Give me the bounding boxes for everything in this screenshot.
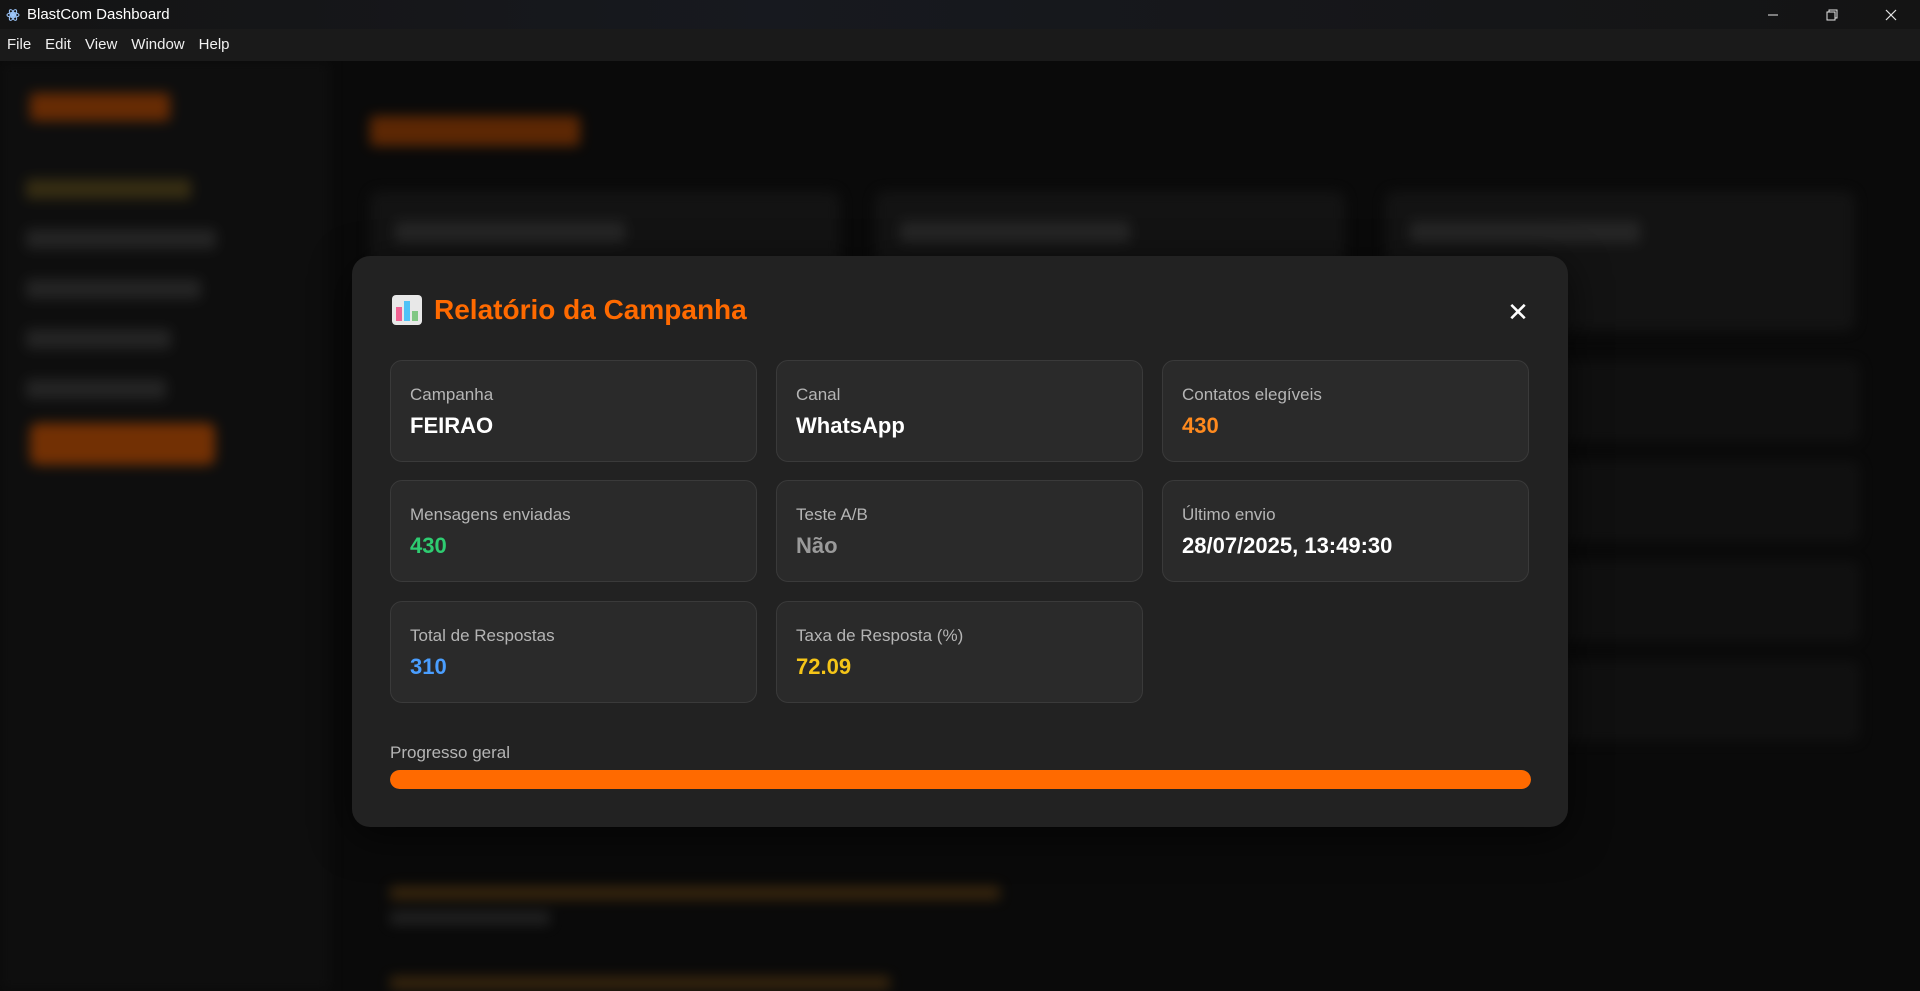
sidebar-button [30, 423, 215, 465]
card-mensagens-enviadas: Mensagens enviadas 430 [390, 480, 757, 582]
dashboard-background: Relatório da Campanha ✕ Campanha FEIRAO … [0, 61, 1920, 991]
card-label: Último envio [1182, 505, 1276, 524]
title-bar: BlastCom Dashboard [0, 0, 1920, 29]
modal-header: Relatório da Campanha [392, 294, 747, 326]
menu-window[interactable]: Window [124, 29, 191, 61]
card-contatos-elegiveis: Contatos elegíveis 430 [1162, 360, 1529, 462]
bar-chart-icon [392, 295, 422, 325]
window-controls [1743, 0, 1920, 29]
card-value: WhatsApp [796, 413, 905, 438]
modal-title: Relatório da Campanha [434, 294, 747, 325]
card-taxa-resposta: Taxa de Resposta (%) 72.09 [776, 601, 1143, 703]
card-label: Canal [796, 385, 841, 404]
card-label: Contatos elegíveis [1182, 385, 1322, 404]
logo [30, 93, 170, 121]
card-label: Mensagens enviadas [410, 505, 571, 524]
sidebar-item [26, 379, 166, 399]
sidebar [0, 61, 330, 991]
list-line [390, 911, 550, 925]
menu-view[interactable]: View [78, 29, 124, 61]
menu-help[interactable]: Help [192, 29, 237, 61]
card-total-respostas: Total de Respostas 310 [390, 601, 757, 703]
campaign-report-modal: Relatório da Campanha ✕ Campanha FEIRAO … [352, 256, 1568, 827]
card-label: Campanha [410, 385, 494, 404]
card-label: Teste A/B [796, 505, 868, 524]
card-value: 430 [1182, 413, 1219, 438]
sidebar-item [26, 279, 201, 299]
card-campanha: Campanha FEIRAO [390, 360, 757, 462]
progress-bar [390, 770, 1531, 789]
list-line [390, 976, 890, 990]
app-icon [5, 7, 21, 23]
card-ultimo-envio: Último envio 28/07/2025, 13:49:30 [1162, 480, 1529, 582]
sidebar-item [26, 179, 191, 199]
close-modal-button[interactable]: ✕ [1506, 299, 1530, 325]
sidebar-item [26, 229, 216, 249]
close-window-button[interactable] [1861, 0, 1920, 29]
card-value: 72.09 [796, 654, 852, 679]
menu-bar: File Edit View Window Help [0, 29, 1920, 61]
menu-file[interactable]: File [0, 29, 38, 61]
card-label: Total de Respostas [410, 626, 555, 645]
progress-fill [390, 770, 1531, 789]
list-line [390, 886, 1000, 900]
card-value: 310 [410, 654, 447, 679]
card-canal: Canal WhatsApp [776, 360, 1143, 462]
page-title [370, 116, 580, 146]
sidebar-item [26, 329, 171, 349]
card-value: Não [796, 533, 838, 558]
card-teste-ab: Teste A/B Não [776, 480, 1143, 582]
card-value: 430 [410, 533, 447, 558]
card-value: FEIRAO [410, 413, 494, 438]
menu-edit[interactable]: Edit [38, 29, 78, 61]
card-value: 28/07/2025, 13:49:30 [1182, 533, 1393, 558]
minimize-button[interactable] [1743, 0, 1802, 29]
progress-label: Progresso geral [390, 743, 511, 762]
window-title: BlastCom Dashboard [27, 6, 170, 23]
card-label: Taxa de Resposta (%) [796, 626, 964, 645]
restore-button[interactable] [1802, 0, 1861, 29]
